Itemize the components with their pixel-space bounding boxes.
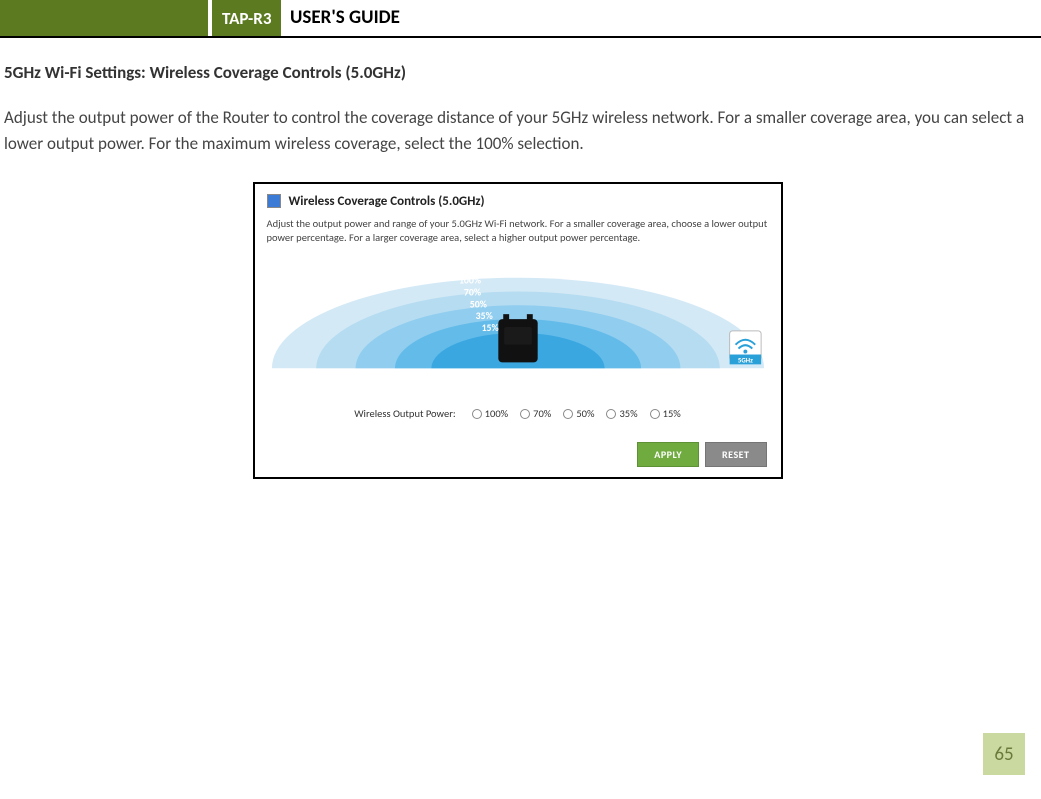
arc-label-35: 35% bbox=[475, 310, 492, 322]
panel-button-row: APPLY RESET bbox=[267, 442, 769, 467]
page-content: 5GHz Wi-Fi Settings: Wireless Coverage C… bbox=[0, 38, 1041, 479]
output-power-row: Wireless Output Power: 100% 70% 50% 35% … bbox=[267, 407, 769, 420]
radio-icon bbox=[606, 409, 616, 419]
arc-label-100: 100% bbox=[458, 275, 480, 287]
panel-bullet-icon bbox=[267, 194, 281, 208]
radio-icon bbox=[563, 409, 573, 419]
apply-button[interactable]: APPLY bbox=[637, 442, 699, 467]
panel-title: Wireless Coverage Controls (5.0GHz) bbox=[289, 194, 485, 209]
radio-35[interactable]: 35% bbox=[606, 407, 637, 420]
header-green-stripe bbox=[0, 0, 210, 36]
output-power-label: Wireless Output Power: bbox=[354, 407, 455, 420]
radio-icon bbox=[650, 409, 660, 419]
radio-15[interactable]: 15% bbox=[650, 407, 681, 420]
arc-label-50: 50% bbox=[469, 298, 486, 310]
model-badge: TAP-R3 bbox=[212, 0, 281, 36]
section-heading: 5GHz Wi-Fi Settings: Wireless Coverage C… bbox=[4, 62, 1031, 83]
wifi-5ghz-icon: 5GHz bbox=[729, 331, 760, 364]
panel-header: Wireless Coverage Controls (5.0GHz) bbox=[267, 194, 769, 209]
svg-text:5GHz: 5GHz bbox=[737, 355, 752, 364]
document-header: TAP-R3 USER'S GUIDE bbox=[0, 8, 1041, 38]
radio-icon bbox=[472, 409, 482, 419]
radio-50[interactable]: 50% bbox=[563, 407, 594, 420]
panel-description: Adjust the output power and range of you… bbox=[267, 217, 769, 245]
coverage-panel: Wireless Coverage Controls (5.0GHz) Adju… bbox=[253, 182, 783, 479]
radio-icon bbox=[520, 409, 530, 419]
guide-title: USER'S GUIDE bbox=[290, 6, 400, 29]
coverage-diagram: 100% 70% 50% 35% 15% 5GHz bbox=[267, 259, 769, 389]
radio-70[interactable]: 70% bbox=[520, 407, 551, 420]
section-body: Adjust the output power of the Router to… bbox=[4, 105, 1031, 158]
arc-label-70: 70% bbox=[463, 286, 480, 298]
radio-100[interactable]: 100% bbox=[472, 407, 508, 420]
arc-label-15: 15% bbox=[481, 322, 498, 334]
page-number: 65 bbox=[983, 733, 1025, 775]
reset-button[interactable]: RESET bbox=[705, 442, 766, 467]
